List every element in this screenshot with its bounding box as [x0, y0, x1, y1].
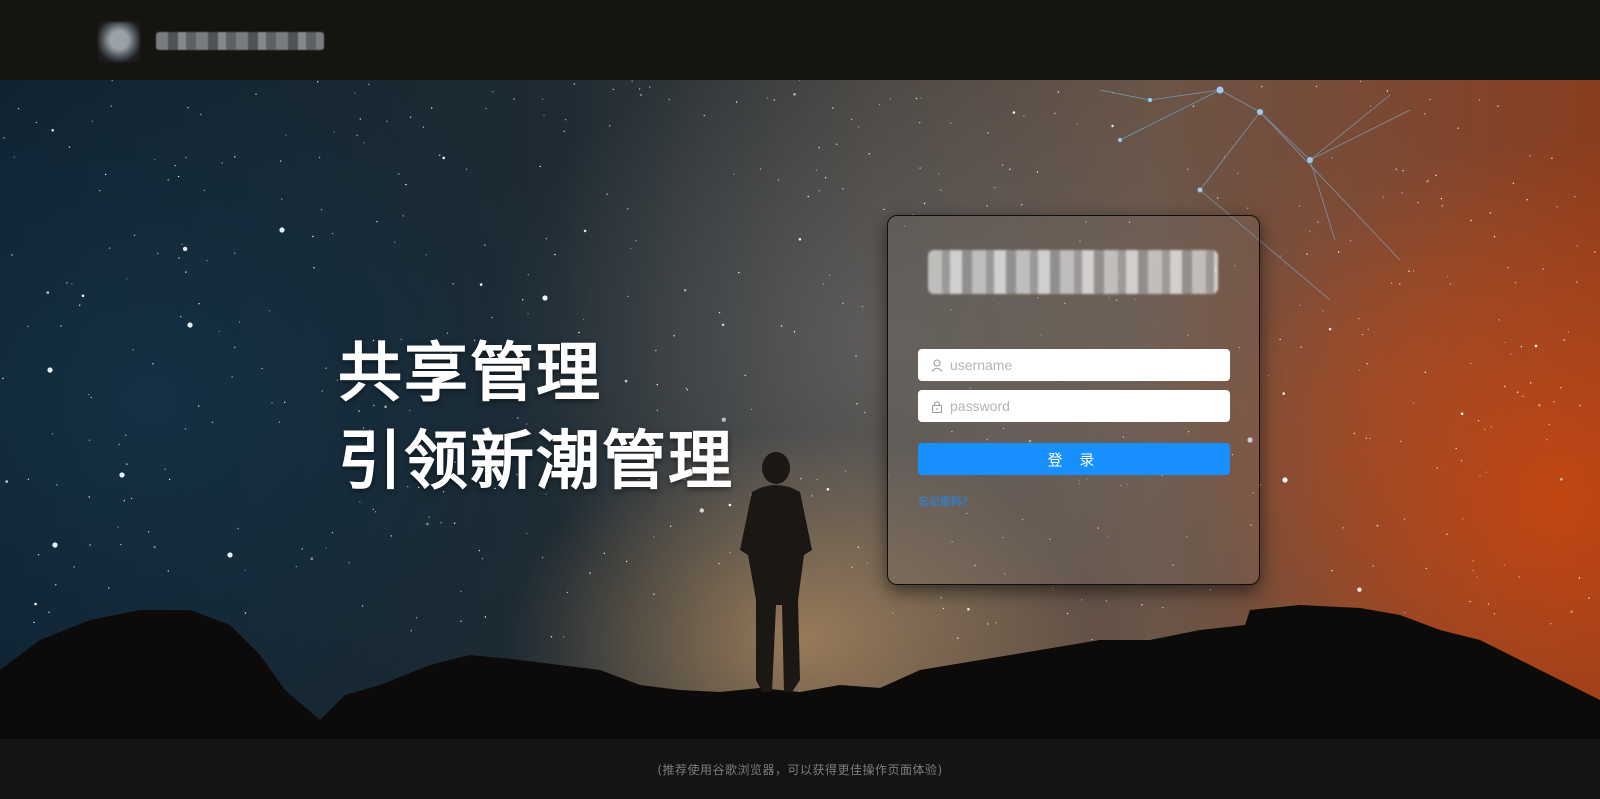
forgot-password-link[interactable]: 忘记密码?	[918, 493, 968, 509]
login-card: 登 录 忘记密码?	[887, 215, 1260, 585]
hero-slogan-line1: 共享管理	[338, 337, 602, 411]
top-header	[0, 0, 1600, 80]
username-input[interactable]	[950, 351, 1220, 379]
hero-background	[0, 80, 1600, 739]
mountain-silhouette	[0, 452, 1600, 739]
browser-recommendation-note: (推荐使用谷歌浏览器，可以获得更佳操作页面体验)	[657, 762, 943, 777]
app-logo-icon	[98, 22, 140, 62]
user-icon	[930, 358, 944, 372]
app-name-blurred	[156, 32, 324, 50]
login-button[interactable]: 登 录	[918, 443, 1230, 475]
lock-icon	[930, 399, 944, 413]
password-field[interactable]	[918, 390, 1230, 422]
password-input[interactable]	[950, 392, 1220, 420]
login-title-blurred	[928, 250, 1218, 294]
person-silhouette	[740, 452, 812, 692]
username-field[interactable]	[918, 349, 1230, 381]
footer: (推荐使用谷歌浏览器，可以获得更佳操作页面体验)	[0, 739, 1600, 799]
hero-slogan-line2: 引领新潮管理	[338, 425, 734, 499]
